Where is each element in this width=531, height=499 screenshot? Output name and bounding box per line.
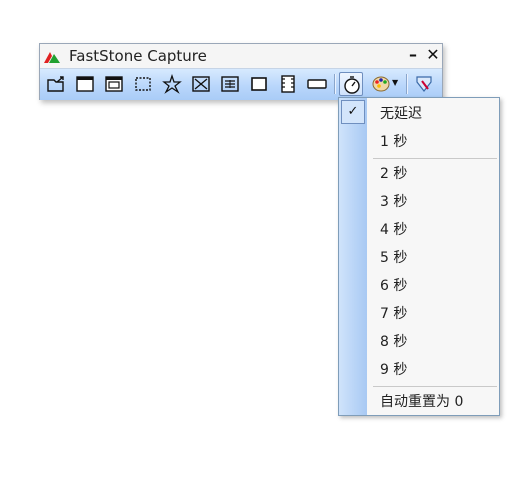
menu-item-5-seconds[interactable]: 5 秒: [367, 244, 499, 272]
editor-brush-icon[interactable]: [412, 72, 436, 96]
open-file-icon[interactable]: [44, 72, 68, 96]
menu-item-7-seconds[interactable]: 7 秒: [367, 300, 499, 328]
screen-recorder-icon[interactable]: [276, 72, 300, 96]
faststone-capture-window: FastStone Capture – ✕ ▼: [39, 43, 443, 100]
window-title: FastStone Capture: [69, 47, 207, 65]
output-settings-icon[interactable]: [305, 72, 329, 96]
menu-item-1-second[interactable]: 1 秒: [367, 128, 499, 156]
capture-fixed-region-icon[interactable]: [247, 72, 271, 96]
capture-active-window-icon[interactable]: [73, 72, 97, 96]
menu-icon-strip: [339, 98, 367, 415]
menu-separator: [373, 158, 497, 159]
capture-freehand-region-icon[interactable]: [160, 72, 184, 96]
delay-timer-icon[interactable]: [339, 72, 363, 96]
capture-window-object-icon[interactable]: [102, 72, 126, 96]
menu-item-8-seconds[interactable]: 8 秒: [367, 328, 499, 356]
capture-full-screen-icon[interactable]: [189, 72, 213, 96]
menu-item-6-seconds[interactable]: 6 秒: [367, 272, 499, 300]
toolbar-separator: [334, 74, 336, 94]
close-button[interactable]: ✕: [426, 47, 440, 63]
color-palette-icon[interactable]: ▼: [369, 72, 401, 96]
title-bar[interactable]: FastStone Capture – ✕: [40, 44, 442, 68]
menu-item-3-seconds[interactable]: 3 秒: [367, 188, 499, 216]
minimize-button[interactable]: –: [406, 47, 420, 63]
capture-toolbar: ▼: [40, 68, 442, 100]
menu-item-4-seconds[interactable]: 4 秒: [367, 216, 499, 244]
menu-item-2-seconds[interactable]: 2 秒: [367, 160, 499, 188]
menu-item-auto-reset[interactable]: 自动重置为 0: [367, 388, 499, 416]
chevron-down-icon: ▼: [392, 78, 399, 87]
capture-scrolling-window-icon[interactable]: [218, 72, 242, 96]
menu-item-no-delay[interactable]: 无延迟: [367, 100, 499, 128]
capture-rectangular-region-icon[interactable]: [131, 72, 155, 96]
delay-dropdown-menu: ✓ 无延迟 1 秒 2 秒 3 秒 4 秒 5 秒 6 秒 7 秒 8 秒 9 …: [338, 97, 500, 416]
faststone-logo-icon: [44, 52, 60, 63]
toolbar-separator: [406, 74, 408, 94]
checkmark-icon: ✓: [341, 100, 365, 124]
menu-separator: [373, 386, 497, 387]
menu-item-9-seconds[interactable]: 9 秒: [367, 356, 499, 384]
